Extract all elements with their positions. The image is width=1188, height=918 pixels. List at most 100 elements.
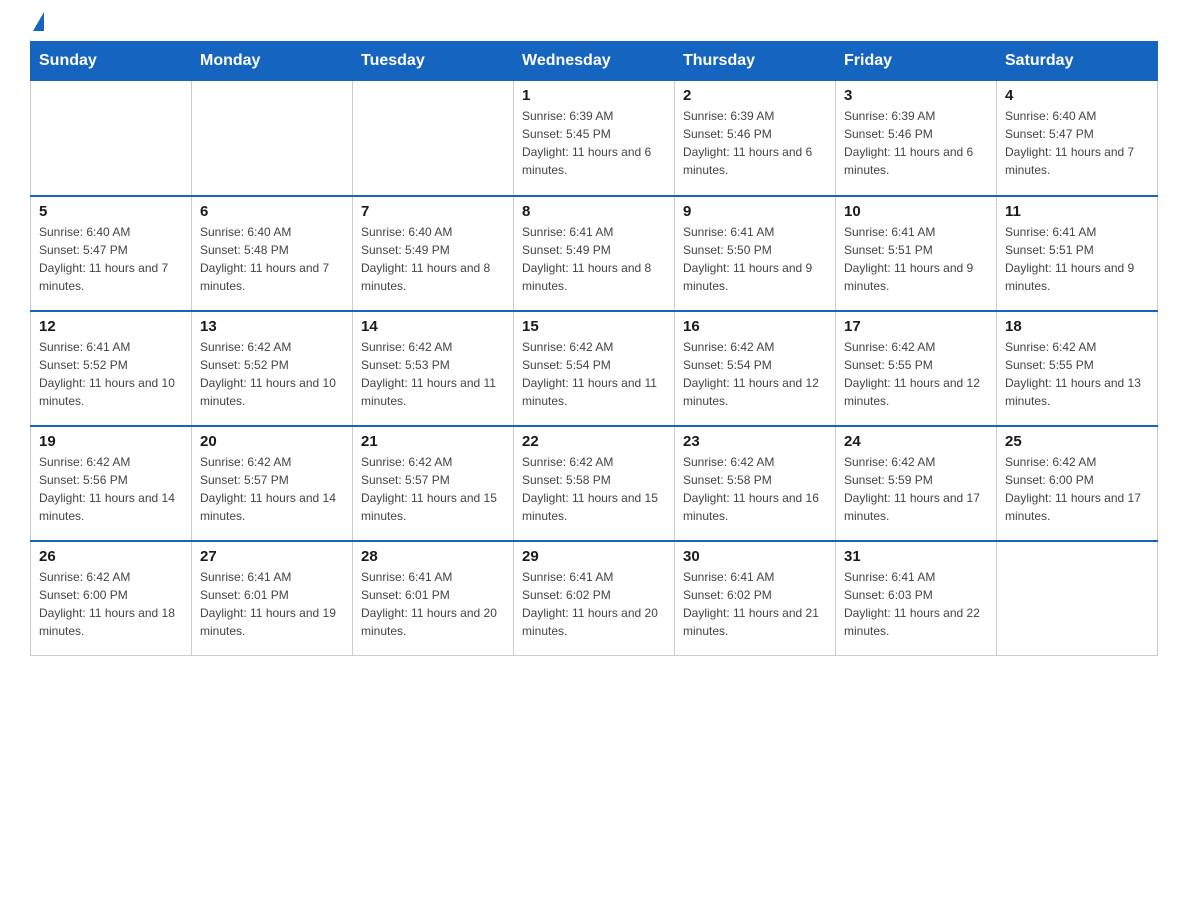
day-number: 12 <box>39 318 183 335</box>
page-header <box>30 20 1158 31</box>
day-info: Sunrise: 6:42 AM Sunset: 5:58 PM Dayligh… <box>683 453 827 525</box>
day-number: 14 <box>361 318 505 335</box>
day-info: Sunrise: 6:42 AM Sunset: 5:53 PM Dayligh… <box>361 338 505 410</box>
day-info: Sunrise: 6:42 AM Sunset: 5:55 PM Dayligh… <box>1005 338 1149 410</box>
day-number: 7 <box>361 203 505 220</box>
day-info: Sunrise: 6:42 AM Sunset: 5:58 PM Dayligh… <box>522 453 666 525</box>
day-number: 13 <box>200 318 344 335</box>
calendar-cell: 22 Sunrise: 6:42 AM Sunset: 5:58 PM Dayli… <box>514 426 675 541</box>
calendar-cell: 9 Sunrise: 6:41 AM Sunset: 5:50 PM Daylig… <box>675 196 836 311</box>
calendar-cell: 4Sunrise: 6:40 AM Sunset: 5:47 PM Daylig… <box>997 81 1158 196</box>
day-info: Sunrise: 6:42 AM Sunset: 6:00 PM Dayligh… <box>39 568 183 640</box>
day-info: Sunrise: 6:41 AM Sunset: 6:01 PM Dayligh… <box>200 568 344 640</box>
day-info: Sunrise: 6:41 AM Sunset: 5:51 PM Dayligh… <box>844 223 988 295</box>
calendar-cell <box>192 81 353 196</box>
day-number: 25 <box>1005 433 1149 450</box>
day-info: Sunrise: 6:42 AM Sunset: 5:57 PM Dayligh… <box>361 453 505 525</box>
calendar-cell: 2 Sunrise: 6:39 AM Sunset: 5:46 PM Daylig… <box>675 81 836 196</box>
logo <box>30 20 44 31</box>
calendar-cell <box>997 541 1158 656</box>
day-info: Sunrise: 6:39 AM Sunset: 5:45 PM Dayligh… <box>522 107 666 179</box>
calendar-week-row: 5 Sunrise: 6:40 AM Sunset: 5:47 PM Daylig… <box>31 196 1158 311</box>
day-number: 4 <box>1005 87 1149 104</box>
weekday-header-wednesday: Wednesday <box>514 42 675 81</box>
calendar-cell: 24 Sunrise: 6:42 AM Sunset: 5:59 PM Dayli… <box>836 426 997 541</box>
day-number: 20 <box>200 433 344 450</box>
calendar-cell: 28 Sunrise: 6:41 AM Sunset: 6:01 PM Dayli… <box>353 541 514 656</box>
weekday-header-sunday: Sunday <box>31 42 192 81</box>
calendar-cell: 19 Sunrise: 6:42 AM Sunset: 5:56 PM Dayli… <box>31 426 192 541</box>
calendar-cell <box>353 81 514 196</box>
calendar-cell: 27 Sunrise: 6:41 AM Sunset: 6:01 PM Dayli… <box>192 541 353 656</box>
day-info: Sunrise: 6:41 AM Sunset: 5:49 PM Dayligh… <box>522 223 666 295</box>
calendar-cell: 31 Sunrise: 6:41 AM Sunset: 6:03 PM Dayli… <box>836 541 997 656</box>
weekday-header-tuesday: Tuesday <box>353 42 514 81</box>
calendar-cell: 3 Sunrise: 6:39 AM Sunset: 5:46 PM Daylig… <box>836 81 997 196</box>
day-info: Sunrise: 6:42 AM Sunset: 5:52 PM Dayligh… <box>200 338 344 410</box>
day-number: 29 <box>522 548 666 565</box>
day-number: 28 <box>361 548 505 565</box>
day-info: Sunrise: 6:41 AM Sunset: 5:52 PM Dayligh… <box>39 338 183 410</box>
calendar-cell: 30 Sunrise: 6:41 AM Sunset: 6:02 PM Dayli… <box>675 541 836 656</box>
calendar-cell: 29 Sunrise: 6:41 AM Sunset: 6:02 PM Dayli… <box>514 541 675 656</box>
day-number: 8 <box>522 203 666 220</box>
calendar-cell: 26 Sunrise: 6:42 AM Sunset: 6:00 PM Dayli… <box>31 541 192 656</box>
day-number: 17 <box>844 318 988 335</box>
day-number: 24 <box>844 433 988 450</box>
day-info: Sunrise: 6:41 AM Sunset: 6:02 PM Dayligh… <box>522 568 666 640</box>
weekday-header-friday: Friday <box>836 42 997 81</box>
weekday-header-monday: Monday <box>192 42 353 81</box>
calendar-cell: 12 Sunrise: 6:41 AM Sunset: 5:52 PM Dayli… <box>31 311 192 426</box>
day-number: 9 <box>683 203 827 220</box>
calendar-table: SundayMondayTuesdayWednesdayThursdayFrid… <box>30 41 1158 656</box>
calendar-cell: 21Sunrise: 6:42 AM Sunset: 5:57 PM Dayli… <box>353 426 514 541</box>
day-info: Sunrise: 6:42 AM Sunset: 5:55 PM Dayligh… <box>844 338 988 410</box>
calendar-cell: 17 Sunrise: 6:42 AM Sunset: 5:55 PM Dayli… <box>836 311 997 426</box>
day-number: 2 <box>683 87 827 104</box>
day-number: 3 <box>844 87 988 104</box>
calendar-cell: 7 Sunrise: 6:40 AM Sunset: 5:49 PM Daylig… <box>353 196 514 311</box>
day-info: Sunrise: 6:42 AM Sunset: 5:59 PM Dayligh… <box>844 453 988 525</box>
day-info: Sunrise: 6:41 AM Sunset: 6:03 PM Dayligh… <box>844 568 988 640</box>
day-info: Sunrise: 6:39 AM Sunset: 5:46 PM Dayligh… <box>844 107 988 179</box>
day-number: 1 <box>522 87 666 104</box>
day-info: Sunrise: 6:40 AM Sunset: 5:48 PM Dayligh… <box>200 223 344 295</box>
day-info: Sunrise: 6:42 AM Sunset: 5:54 PM Dayligh… <box>522 338 666 410</box>
day-number: 27 <box>200 548 344 565</box>
calendar-cell: 15 Sunrise: 6:42 AM Sunset: 5:54 PM Dayli… <box>514 311 675 426</box>
day-number: 5 <box>39 203 183 220</box>
calendar-week-row: 12 Sunrise: 6:41 AM Sunset: 5:52 PM Dayli… <box>31 311 1158 426</box>
day-info: Sunrise: 6:42 AM Sunset: 5:54 PM Dayligh… <box>683 338 827 410</box>
day-number: 11 <box>1005 203 1149 220</box>
calendar-cell: 11 Sunrise: 6:41 AM Sunset: 5:51 PM Dayli… <box>997 196 1158 311</box>
day-number: 22 <box>522 433 666 450</box>
weekday-header-row: SundayMondayTuesdayWednesdayThursdayFrid… <box>31 42 1158 81</box>
calendar-cell: 23 Sunrise: 6:42 AM Sunset: 5:58 PM Dayli… <box>675 426 836 541</box>
calendar-cell: 5 Sunrise: 6:40 AM Sunset: 5:47 PM Daylig… <box>31 196 192 311</box>
calendar-week-row: 1 Sunrise: 6:39 AM Sunset: 5:45 PM Daylig… <box>31 81 1158 196</box>
calendar-week-row: 19 Sunrise: 6:42 AM Sunset: 5:56 PM Dayli… <box>31 426 1158 541</box>
calendar-cell: 1 Sunrise: 6:39 AM Sunset: 5:45 PM Daylig… <box>514 81 675 196</box>
day-number: 23 <box>683 433 827 450</box>
day-number: 15 <box>522 318 666 335</box>
day-number: 26 <box>39 548 183 565</box>
day-info: Sunrise: 6:40 AM Sunset: 5:49 PM Dayligh… <box>361 223 505 295</box>
calendar-cell: 10 Sunrise: 6:41 AM Sunset: 5:51 PM Dayli… <box>836 196 997 311</box>
weekday-header-saturday: Saturday <box>997 42 1158 81</box>
day-info: Sunrise: 6:39 AM Sunset: 5:46 PM Dayligh… <box>683 107 827 179</box>
day-number: 30 <box>683 548 827 565</box>
day-info: Sunrise: 6:41 AM Sunset: 6:01 PM Dayligh… <box>361 568 505 640</box>
day-info: Sunrise: 6:42 AM Sunset: 5:57 PM Dayligh… <box>200 453 344 525</box>
calendar-cell: 18 Sunrise: 6:42 AM Sunset: 5:55 PM Dayli… <box>997 311 1158 426</box>
day-number: 18 <box>1005 318 1149 335</box>
day-number: 10 <box>844 203 988 220</box>
day-info: Sunrise: 6:41 AM Sunset: 5:51 PM Dayligh… <box>1005 223 1149 295</box>
day-info: Sunrise: 6:41 AM Sunset: 5:50 PM Dayligh… <box>683 223 827 295</box>
calendar-cell: 13 Sunrise: 6:42 AM Sunset: 5:52 PM Dayli… <box>192 311 353 426</box>
day-number: 19 <box>39 433 183 450</box>
day-info: Sunrise: 6:42 AM Sunset: 5:56 PM Dayligh… <box>39 453 183 525</box>
day-number: 31 <box>844 548 988 565</box>
day-info: Sunrise: 6:41 AM Sunset: 6:02 PM Dayligh… <box>683 568 827 640</box>
day-info: Sunrise: 6:40 AM Sunset: 5:47 PM Dayligh… <box>39 223 183 295</box>
calendar-cell: 16Sunrise: 6:42 AM Sunset: 5:54 PM Dayli… <box>675 311 836 426</box>
